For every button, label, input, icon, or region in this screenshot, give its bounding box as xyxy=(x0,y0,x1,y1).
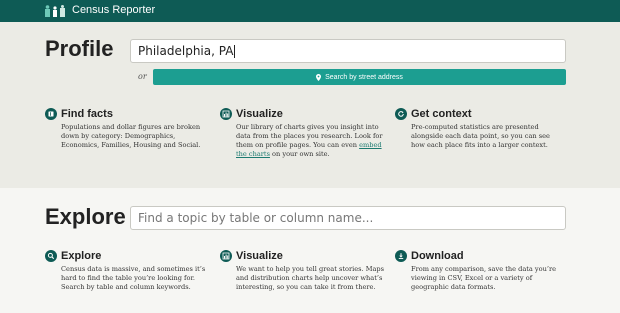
get-context-feature: Get context Pre-computed statistics are … xyxy=(395,108,560,150)
visualize-feature: Visualize We want to help you tell great… xyxy=(220,250,385,292)
brand-name[interactable]: Census Reporter xyxy=(72,4,155,16)
search-icon xyxy=(45,250,57,262)
text-cursor xyxy=(234,44,236,58)
profile-section: Profile Philadelphia, PA or Search by st… xyxy=(0,22,620,188)
profile-search-value: Philadelphia, PA xyxy=(138,44,234,58)
feature-description: From any comparison, save the data you’r… xyxy=(411,265,557,291)
refresh-icon xyxy=(395,108,407,120)
feature-title: Find facts xyxy=(61,108,113,120)
street-address-search-button[interactable]: Search by street address xyxy=(153,69,566,85)
explore-feature: Explore Census data is massive, and some… xyxy=(45,250,210,292)
explore-search-placeholder: Find a topic by table or column name... xyxy=(138,211,374,225)
download-icon xyxy=(395,250,407,262)
download-feature: Download From any comparison, save the d… xyxy=(395,250,560,292)
description-text: on your own site. xyxy=(269,150,330,158)
chart-icon xyxy=(220,108,232,120)
feature-title: Download xyxy=(411,250,464,262)
profile-title: Profile xyxy=(45,36,114,61)
visualize-feature: Visualize Our library of charts gives yo… xyxy=(220,108,385,159)
feature-title: Visualize xyxy=(236,250,283,262)
profile-search-input[interactable]: Philadelphia, PA xyxy=(130,39,566,63)
street-button-label: Search by street address xyxy=(325,73,403,81)
feature-title: Visualize xyxy=(236,108,283,120)
chart-icon xyxy=(220,250,232,262)
feature-description: Pre-computed statistics are presented al… xyxy=(411,123,550,149)
explore-title: Explore xyxy=(45,204,126,229)
or-label: or xyxy=(138,72,147,81)
book-icon xyxy=(45,108,57,120)
logo-icon[interactable] xyxy=(45,5,69,17)
find-facts-feature: Find facts Populations and dollar figure… xyxy=(45,108,210,150)
feature-description: Census data is massive, and sometimes it… xyxy=(61,265,206,291)
feature-title: Get context xyxy=(411,108,472,120)
map-pin-icon xyxy=(316,73,322,81)
feature-title: Explore xyxy=(61,250,102,262)
explore-section: Explore Find a topic by table or column … xyxy=(0,188,620,313)
explore-search-input[interactable]: Find a topic by table or column name... xyxy=(130,206,566,230)
feature-description: Our library of charts gives you insight … xyxy=(236,123,385,159)
top-bar: Census Reporter xyxy=(0,0,620,22)
feature-description: We want to help you tell great stories. … xyxy=(236,265,384,291)
feature-description: Populations and dollar figures are broke… xyxy=(61,123,201,149)
